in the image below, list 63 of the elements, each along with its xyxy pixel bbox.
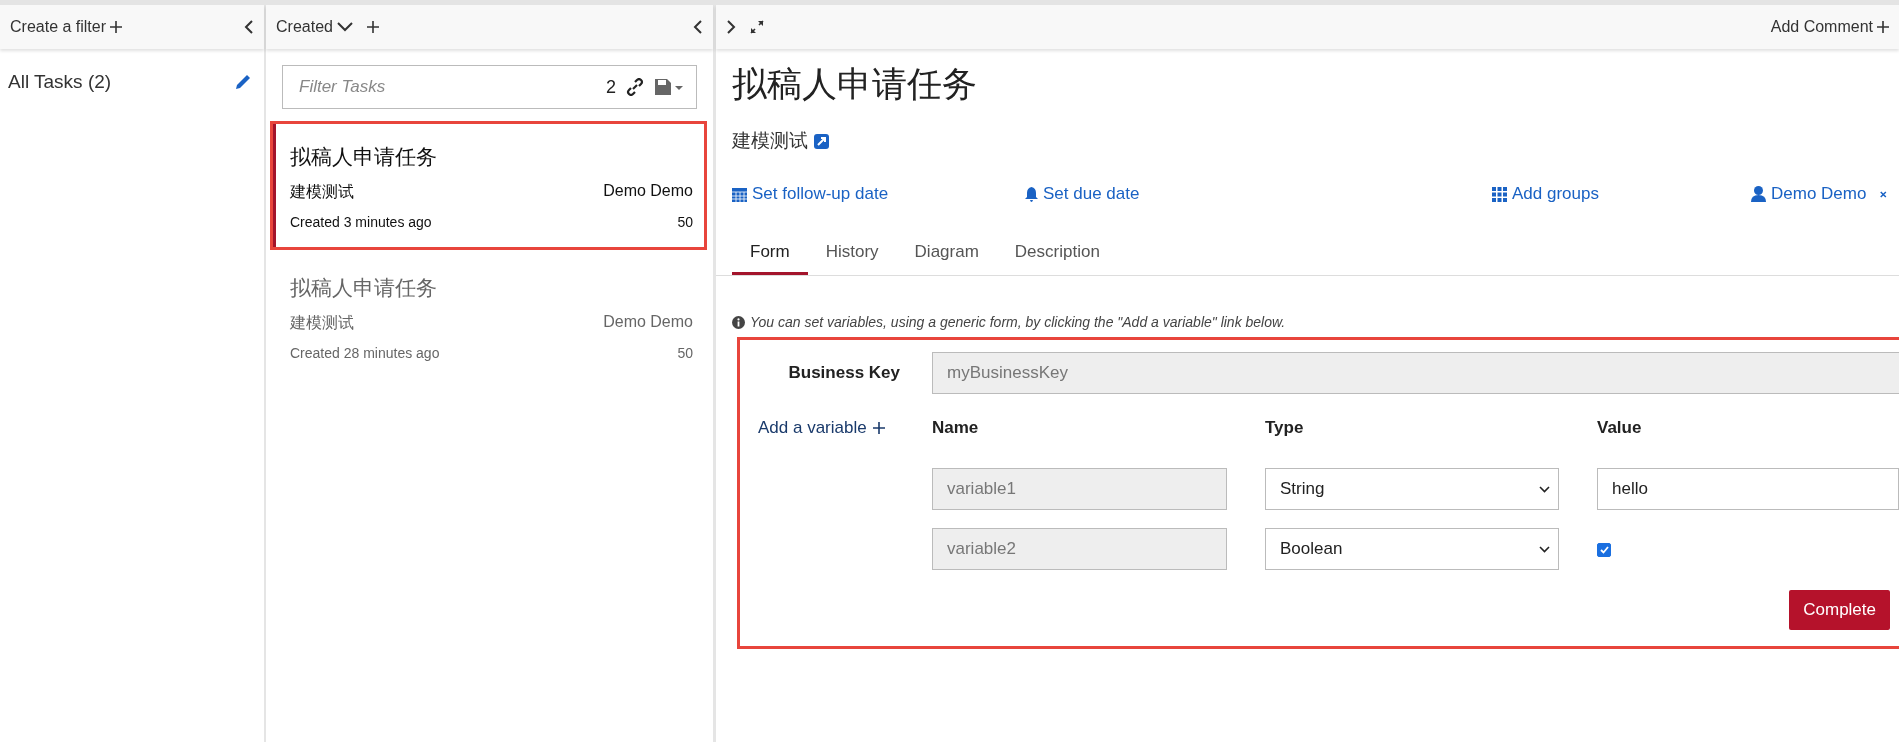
variable-name-field[interactable]: variable2 <box>932 528 1227 570</box>
grid-icon <box>1492 186 1507 202</box>
expand-icon[interactable] <box>750 20 764 34</box>
task-created: Created 28 minutes ago <box>290 345 440 361</box>
business-key-label: Business Key <box>787 362 901 383</box>
collapse-icon[interactable] <box>693 20 703 34</box>
task-created: Created 3 minutes ago <box>290 214 432 230</box>
info-icon <box>732 315 745 329</box>
chevron-down-icon <box>1539 485 1550 493</box>
task-assignee: Demo Demo <box>603 182 693 201</box>
close-icon[interactable] <box>1880 189 1887 199</box>
plus-icon <box>110 21 123 33</box>
action-link[interactable]: Set follow-up date <box>732 184 1025 204</box>
create-filter-link[interactable]: Create a filter <box>10 18 123 36</box>
action-link[interactable]: Add groups <box>1492 184 1751 204</box>
link-icon[interactable] <box>626 78 644 96</box>
chevron-right-icon[interactable] <box>726 20 736 34</box>
tab[interactable]: Description <box>996 242 1118 275</box>
complete-button[interactable]: Complete <box>1789 590 1890 630</box>
task-assignee: Demo Demo <box>603 313 693 332</box>
column-header: Value <box>1597 417 1643 439</box>
filter-bar[interactable]: Filter Tasks 2 <box>282 65 697 109</box>
chevron-down-icon <box>336 22 353 32</box>
external-link-icon[interactable] <box>814 133 829 149</box>
pencil-icon[interactable] <box>234 73 252 91</box>
task-title: 拟稿人申请任务 <box>290 275 438 301</box>
add-variable-link[interactable]: Add a variable <box>740 406 916 438</box>
task-priority: 50 <box>677 214 693 230</box>
chevron-down-icon <box>1539 545 1550 553</box>
task-process: 建模测试 <box>290 182 354 202</box>
variable-name-field[interactable]: variable1 <box>932 468 1227 510</box>
task-process: 建模测试 <box>290 313 354 333</box>
user-icon <box>1751 186 1766 202</box>
type-select[interactable]: Boolean <box>1265 528 1559 570</box>
process-name: 建模测试 <box>732 129 808 153</box>
tab[interactable]: History <box>807 242 897 275</box>
plus-icon <box>1877 21 1889 33</box>
task-title: 拟稿人申请任务 <box>290 144 438 170</box>
save-dropdown-icon[interactable] <box>654 78 684 96</box>
sort-dropdown[interactable]: Created <box>276 18 353 36</box>
info-text: You can set variables, using a generic form, by clicking the "Add a variable" link below. <box>750 314 1286 330</box>
task-priority: 50 <box>677 345 693 361</box>
calendar-icon <box>732 186 747 202</box>
business-key-field[interactable]: myBusinessKey <box>932 352 1899 394</box>
bell-icon <box>1025 186 1038 202</box>
filter-item[interactable]: All Tasks (2) <box>8 71 112 93</box>
type-select[interactable]: String <box>1265 468 1559 510</box>
action-link[interactable]: Set due date <box>1025 184 1492 204</box>
column-header: Type <box>1265 417 1305 439</box>
task-card[interactable]: 拟稿人申请任务 建模测试 Demo Demo Created 3 minutes ago 50 <box>272 123 705 248</box>
collapse-icon[interactable] <box>244 20 254 34</box>
tab[interactable]: Form <box>732 242 808 275</box>
action-link[interactable]: Demo Demo <box>1751 184 1867 204</box>
task-count: 2 <box>606 76 616 98</box>
column-header: Name <box>932 417 980 439</box>
value-checkbox[interactable] <box>1597 543 1611 557</box>
add-comment-link[interactable]: Add Comment <box>1770 18 1889 36</box>
task-card[interactable]: 拟稿人申请任务 建模测试 Demo Demo Created 28 minutes ago 50 <box>272 254 705 379</box>
plus-icon <box>872 422 885 434</box>
tab[interactable]: Diagram <box>896 242 997 275</box>
variable-value-field[interactable]: hello <box>1597 468 1899 510</box>
plus-icon[interactable] <box>366 21 379 33</box>
task-heading: 拟稿人申请任务 <box>732 63 978 105</box>
